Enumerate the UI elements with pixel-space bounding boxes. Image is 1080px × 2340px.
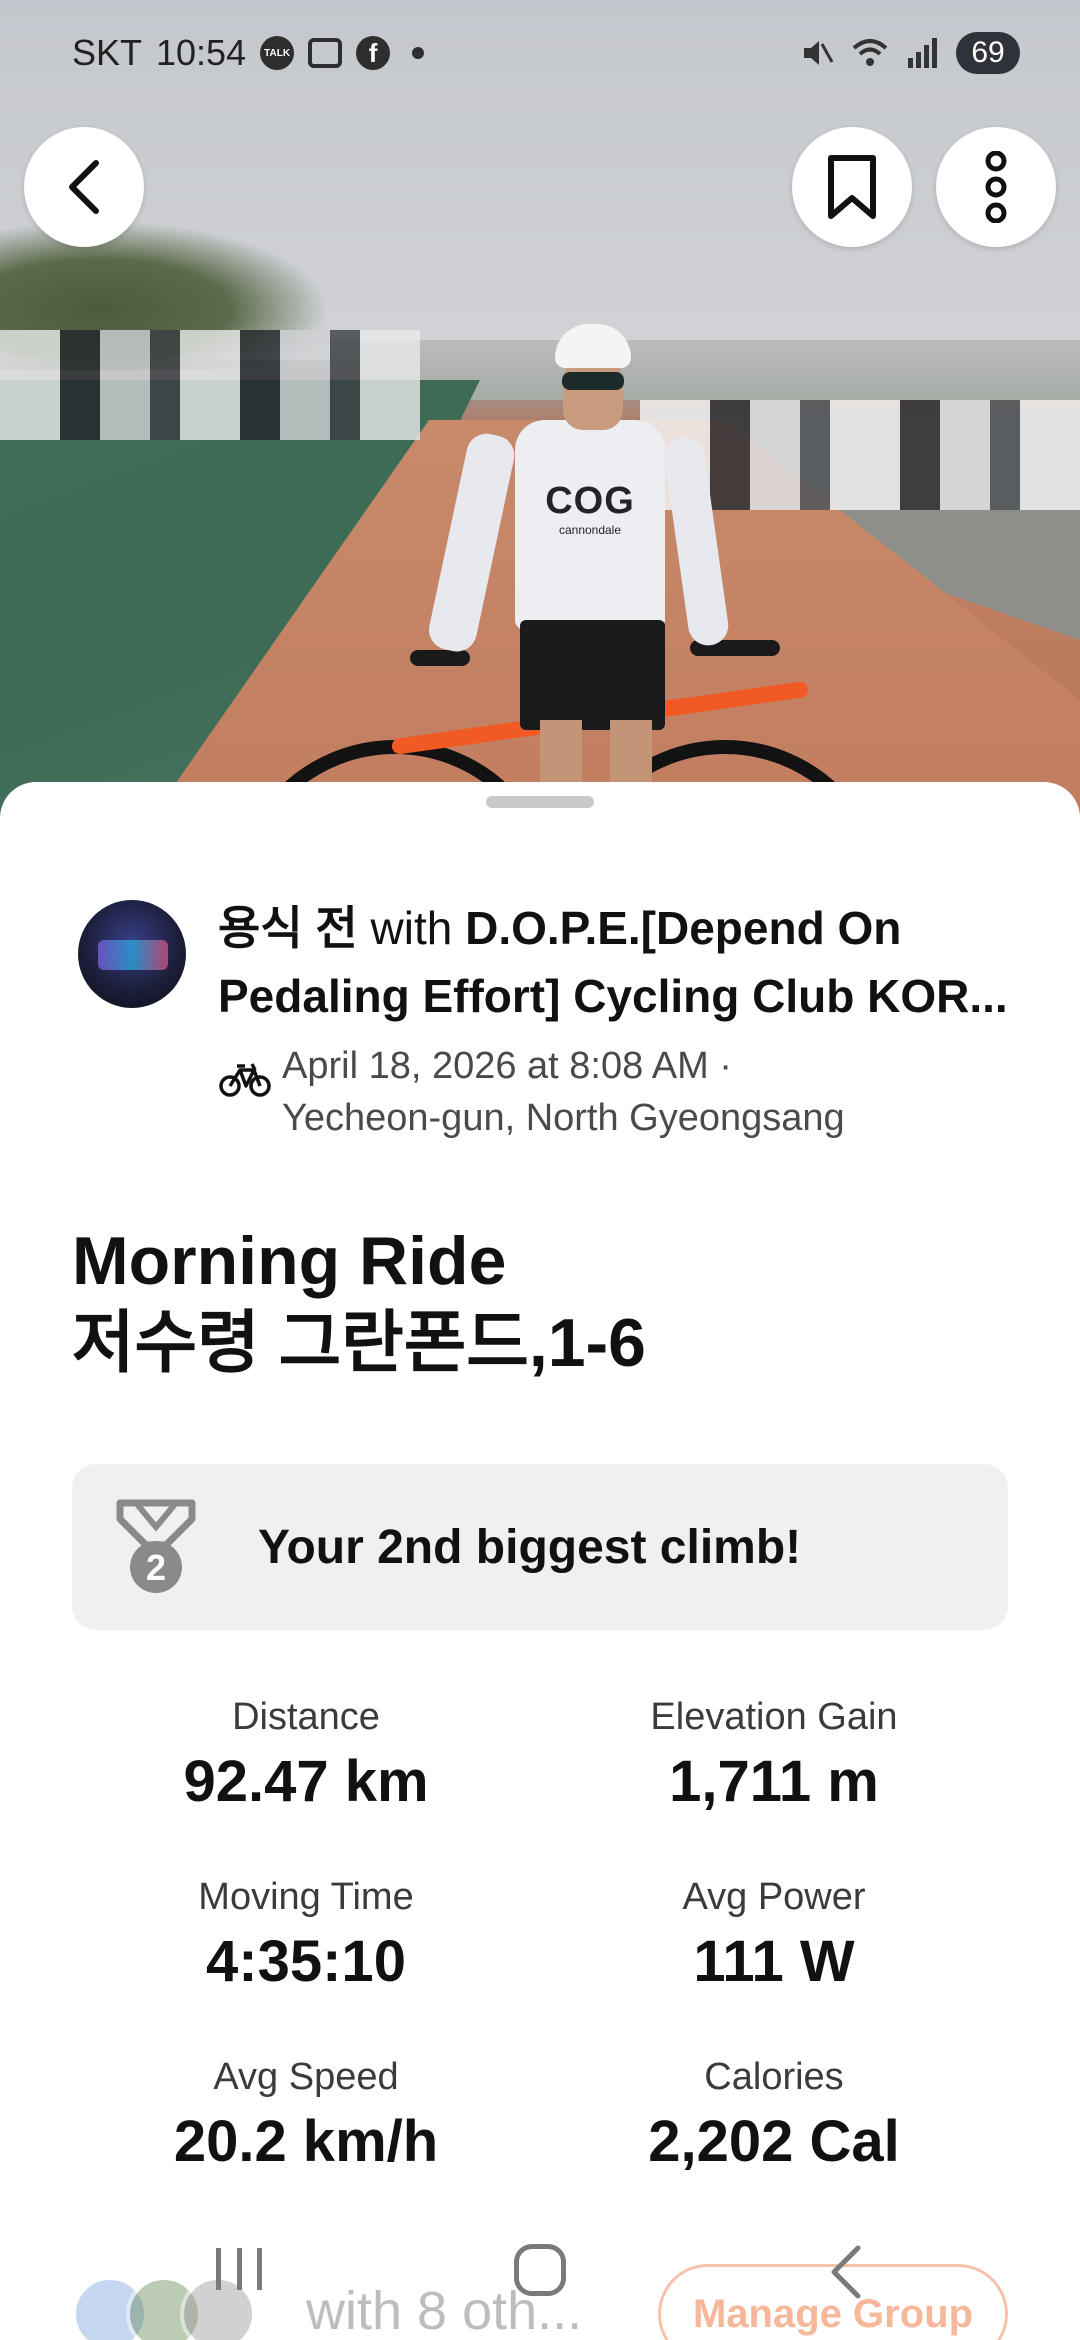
stat-label: Moving Time bbox=[198, 1876, 414, 1918]
chevron-left-icon bbox=[69, 160, 99, 214]
medal-icon: 2 bbox=[116, 1499, 196, 1593]
activity-photo[interactable]: COG cannondale bbox=[0, 0, 1080, 820]
stat-value: 20.2 km/h bbox=[173, 2109, 439, 2174]
with-text: with bbox=[370, 902, 453, 954]
more-vertical-icon bbox=[985, 151, 1007, 223]
mute-icon bbox=[804, 41, 834, 65]
activity-location: Yecheon-gun, North Gyeongsang bbox=[282, 1097, 845, 1139]
stat-label: Avg Power bbox=[682, 1876, 866, 1918]
activity-title-line2: 저수령 그란폰드,1-6 bbox=[72, 1305, 646, 1381]
stat-calories: Calories 2,202 Cal bbox=[540, 2052, 1008, 2178]
jersey-logo: COG cannondale bbox=[545, 480, 635, 537]
medal-number: 2 bbox=[146, 1547, 166, 1588]
screenshot-icon bbox=[308, 38, 343, 68]
system-back-button[interactable] bbox=[826, 2242, 866, 2302]
home-button[interactable] bbox=[514, 2244, 566, 2296]
system-nav-bar bbox=[0, 2238, 1080, 2318]
activity-title: Morning Ride 저수령 그란폰드,1-6 bbox=[72, 1220, 646, 1384]
stat-label: Distance bbox=[232, 1696, 380, 1738]
stat-value: 92.47 km bbox=[183, 1749, 429, 1814]
activity-title-line1: Morning Ride bbox=[72, 1223, 507, 1299]
photo-cars-left bbox=[0, 330, 420, 440]
stat-avg-power: Avg Power 111 W bbox=[540, 1872, 1008, 1998]
carrier: SKT bbox=[72, 32, 143, 73]
more-notifications-icon bbox=[412, 47, 425, 59]
stat-label: Elevation Gain bbox=[650, 1696, 898, 1738]
activity-date: April 18, 2026 at 8:08 AM · bbox=[282, 1045, 732, 1087]
stat-value: 2,202 Cal bbox=[648, 2109, 900, 2174]
bookmark-icon bbox=[828, 155, 876, 219]
clock: 10:54 bbox=[156, 32, 247, 73]
status-right: 69 bbox=[800, 32, 1020, 74]
kakaotalk-icon: TALK bbox=[260, 36, 295, 70]
achievement-card[interactable]: 2 Your 2nd biggest climb! bbox=[72, 1464, 1008, 1630]
author-name[interactable]: 용식 전 bbox=[218, 902, 358, 954]
stat-avg-speed: Avg Speed 20.2 km/h bbox=[72, 2052, 540, 2178]
signal-icon bbox=[908, 38, 937, 68]
wifi-icon bbox=[852, 39, 888, 66]
stat-value: 111 W bbox=[693, 1929, 855, 1994]
battery-level: 69 bbox=[956, 32, 1020, 74]
author-line[interactable]: 용식 전 with D.O.P.E.[Depend On Pedaling Ef… bbox=[218, 894, 1068, 1030]
save-button[interactable] bbox=[792, 127, 912, 247]
stat-value: 1,711 m bbox=[669, 1749, 879, 1814]
photo-rider: COG cannondale bbox=[425, 320, 731, 820]
sheet-grabber[interactable] bbox=[486, 796, 594, 808]
stat-moving-time: Moving Time 4:35:10 bbox=[72, 1872, 540, 1998]
status-left: SKT 10:54 TALK f bbox=[72, 32, 425, 74]
recent-apps-button[interactable] bbox=[216, 2248, 262, 2290]
stat-distance: Distance 92.47 km bbox=[72, 1692, 540, 1818]
more-options-button[interactable] bbox=[936, 127, 1056, 247]
stat-label: Calories bbox=[704, 2056, 844, 2098]
author-avatar[interactable] bbox=[78, 900, 186, 1008]
achievement-text: Your 2nd biggest climb! bbox=[258, 1520, 802, 1574]
facebook-icon: f bbox=[356, 36, 391, 70]
activity-detail-sheet[interactable]: 용식 전 with D.O.P.E.[Depend On Pedaling Ef… bbox=[0, 782, 1080, 2340]
stat-value: 4:35:10 bbox=[206, 1929, 406, 1994]
status-bar: SKT 10:54 TALK f 69 bbox=[0, 0, 1080, 108]
bike-icon bbox=[219, 1063, 271, 1097]
activity-meta: April 18, 2026 at 8:08 AM · Yecheon-gun,… bbox=[218, 1040, 1018, 1144]
stat-elevation-gain: Elevation Gain 1,711 m bbox=[540, 1692, 1008, 1818]
back-button[interactable] bbox=[24, 127, 144, 247]
stat-label: Avg Speed bbox=[213, 2056, 399, 2098]
